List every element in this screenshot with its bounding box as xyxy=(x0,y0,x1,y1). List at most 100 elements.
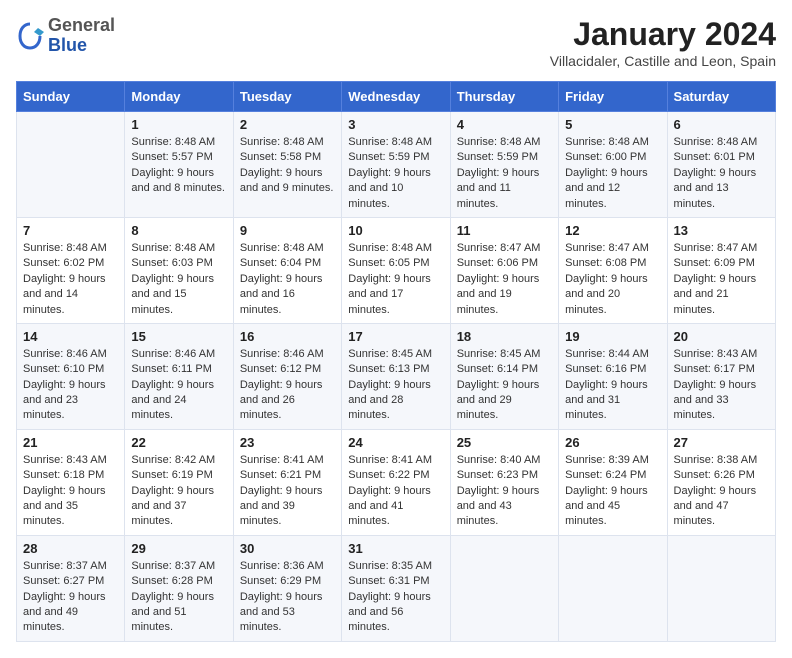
calendar-cell: 6Sunrise: 8:48 AMSunset: 6:01 PMDaylight… xyxy=(667,112,775,218)
daylight-text: Daylight: 9 hours xyxy=(131,484,226,499)
day-number: 5 xyxy=(565,117,660,132)
calendar-cell: 30Sunrise: 8:36 AMSunset: 6:29 PMDayligh… xyxy=(233,535,341,641)
daylight-text: Daylight: 9 hours xyxy=(240,272,335,287)
sunrise-text: Sunrise: 8:48 AM xyxy=(348,135,443,150)
sunrise-text: Sunrise: 8:48 AM xyxy=(131,135,226,150)
calendar-cell: 4Sunrise: 8:48 AMSunset: 5:59 PMDaylight… xyxy=(450,112,558,218)
sunrise-text: Sunrise: 8:45 AM xyxy=(348,347,443,362)
week-row-3: 21Sunrise: 8:43 AMSunset: 6:18 PMDayligh… xyxy=(17,429,776,535)
daylight-text-2: and and 13 minutes. xyxy=(674,181,769,212)
sunset-text: Sunset: 6:04 PM xyxy=(240,256,335,271)
sunset-text: Sunset: 6:31 PM xyxy=(348,574,443,589)
week-row-1: 7Sunrise: 8:48 AMSunset: 6:02 PMDaylight… xyxy=(17,217,776,323)
daylight-text: Daylight: 9 hours xyxy=(674,166,769,181)
daylight-text-2: and and 17 minutes. xyxy=(348,287,443,318)
week-row-2: 14Sunrise: 8:46 AMSunset: 6:10 PMDayligh… xyxy=(17,323,776,429)
day-number: 1 xyxy=(131,117,226,132)
day-number: 13 xyxy=(674,223,769,238)
sunset-text: Sunset: 6:23 PM xyxy=(457,468,552,483)
sunset-text: Sunset: 6:13 PM xyxy=(348,362,443,377)
daylight-text: Daylight: 9 hours xyxy=(565,272,660,287)
calendar-cell: 21Sunrise: 8:43 AMSunset: 6:18 PMDayligh… xyxy=(17,429,125,535)
daylight-text: Daylight: 9 hours xyxy=(131,166,226,181)
sunrise-text: Sunrise: 8:37 AM xyxy=(23,559,118,574)
day-number: 29 xyxy=(131,541,226,556)
daylight-text-2: and and 10 minutes. xyxy=(348,181,443,212)
sunset-text: Sunset: 6:18 PM xyxy=(23,468,118,483)
daylight-text: Daylight: 9 hours xyxy=(457,166,552,181)
calendar-cell: 16Sunrise: 8:46 AMSunset: 6:12 PMDayligh… xyxy=(233,323,341,429)
daylight-text-2: and and 28 minutes. xyxy=(348,393,443,424)
calendar-cell: 2Sunrise: 8:48 AMSunset: 5:58 PMDaylight… xyxy=(233,112,341,218)
calendar-cell: 14Sunrise: 8:46 AMSunset: 6:10 PMDayligh… xyxy=(17,323,125,429)
sunrise-text: Sunrise: 8:40 AM xyxy=(457,453,552,468)
daylight-text: Daylight: 9 hours xyxy=(240,590,335,605)
calendar-cell: 28Sunrise: 8:37 AMSunset: 6:27 PMDayligh… xyxy=(17,535,125,641)
sunset-text: Sunset: 6:02 PM xyxy=(23,256,118,271)
day-number: 30 xyxy=(240,541,335,556)
calendar-cell: 17Sunrise: 8:45 AMSunset: 6:13 PMDayligh… xyxy=(342,323,450,429)
header-day-thursday: Thursday xyxy=(450,82,558,112)
sunset-text: Sunset: 6:11 PM xyxy=(131,362,226,377)
calendar-cell: 25Sunrise: 8:40 AMSunset: 6:23 PMDayligh… xyxy=(450,429,558,535)
sunrise-text: Sunrise: 8:47 AM xyxy=(565,241,660,256)
daylight-text-2: and and 15 minutes. xyxy=(131,287,226,318)
location-title: Villacidaler, Castille and Leon, Spain xyxy=(550,53,776,69)
daylight-text: Daylight: 9 hours xyxy=(23,484,118,499)
sunrise-text: Sunrise: 8:43 AM xyxy=(674,347,769,362)
sunset-text: Sunset: 6:12 PM xyxy=(240,362,335,377)
daylight-text-2: and and 56 minutes. xyxy=(348,605,443,636)
day-number: 24 xyxy=(348,435,443,450)
daylight-text: Daylight: 9 hours xyxy=(131,378,226,393)
daylight-text-2: and and 45 minutes. xyxy=(565,499,660,530)
sunrise-text: Sunrise: 8:45 AM xyxy=(457,347,552,362)
calendar-cell: 31Sunrise: 8:35 AMSunset: 6:31 PMDayligh… xyxy=(342,535,450,641)
daylight-text: Daylight: 9 hours xyxy=(348,272,443,287)
sunrise-text: Sunrise: 8:44 AM xyxy=(565,347,660,362)
month-title: January 2024 xyxy=(550,16,776,53)
daylight-text-2: and and 24 minutes. xyxy=(131,393,226,424)
calendar-cell xyxy=(17,112,125,218)
day-number: 22 xyxy=(131,435,226,450)
daylight-text: Daylight: 9 hours xyxy=(674,484,769,499)
daylight-text-2: and and 35 minutes. xyxy=(23,499,118,530)
daylight-text-2: and and 43 minutes. xyxy=(457,499,552,530)
sunset-text: Sunset: 6:22 PM xyxy=(348,468,443,483)
day-number: 17 xyxy=(348,329,443,344)
sunrise-text: Sunrise: 8:48 AM xyxy=(240,241,335,256)
logo-blue-text: Blue xyxy=(48,36,115,56)
header-day-monday: Monday xyxy=(125,82,233,112)
daylight-text: Daylight: 9 hours xyxy=(674,272,769,287)
daylight-text-2: and and 16 minutes. xyxy=(240,287,335,318)
day-number: 25 xyxy=(457,435,552,450)
sunset-text: Sunset: 6:28 PM xyxy=(131,574,226,589)
calendar-cell: 9Sunrise: 8:48 AMSunset: 6:04 PMDaylight… xyxy=(233,217,341,323)
sunrise-text: Sunrise: 8:46 AM xyxy=(240,347,335,362)
calendar-cell: 3Sunrise: 8:48 AMSunset: 5:59 PMDaylight… xyxy=(342,112,450,218)
sunrise-text: Sunrise: 8:48 AM xyxy=(457,135,552,150)
daylight-text-2: and and 39 minutes. xyxy=(240,499,335,530)
day-number: 14 xyxy=(23,329,118,344)
day-number: 7 xyxy=(23,223,118,238)
daylight-text-2: and and 31 minutes. xyxy=(565,393,660,424)
sunrise-text: Sunrise: 8:48 AM xyxy=(23,241,118,256)
calendar-cell: 10Sunrise: 8:48 AMSunset: 6:05 PMDayligh… xyxy=(342,217,450,323)
sunrise-text: Sunrise: 8:37 AM xyxy=(131,559,226,574)
header-day-friday: Friday xyxy=(559,82,667,112)
day-number: 21 xyxy=(23,435,118,450)
calendar-cell xyxy=(559,535,667,641)
daylight-text: Daylight: 9 hours xyxy=(565,484,660,499)
sunset-text: Sunset: 6:14 PM xyxy=(457,362,552,377)
sunrise-text: Sunrise: 8:42 AM xyxy=(131,453,226,468)
sunset-text: Sunset: 6:06 PM xyxy=(457,256,552,271)
sunrise-text: Sunrise: 8:47 AM xyxy=(457,241,552,256)
sunset-text: Sunset: 6:03 PM xyxy=(131,256,226,271)
sunset-text: Sunset: 5:57 PM xyxy=(131,150,226,165)
sunrise-text: Sunrise: 8:48 AM xyxy=(348,241,443,256)
daylight-text-2: and and 37 minutes. xyxy=(131,499,226,530)
daylight-text: Daylight: 9 hours xyxy=(348,590,443,605)
sunset-text: Sunset: 6:24 PM xyxy=(565,468,660,483)
day-number: 4 xyxy=(457,117,552,132)
sunrise-text: Sunrise: 8:41 AM xyxy=(240,453,335,468)
sunrise-text: Sunrise: 8:35 AM xyxy=(348,559,443,574)
